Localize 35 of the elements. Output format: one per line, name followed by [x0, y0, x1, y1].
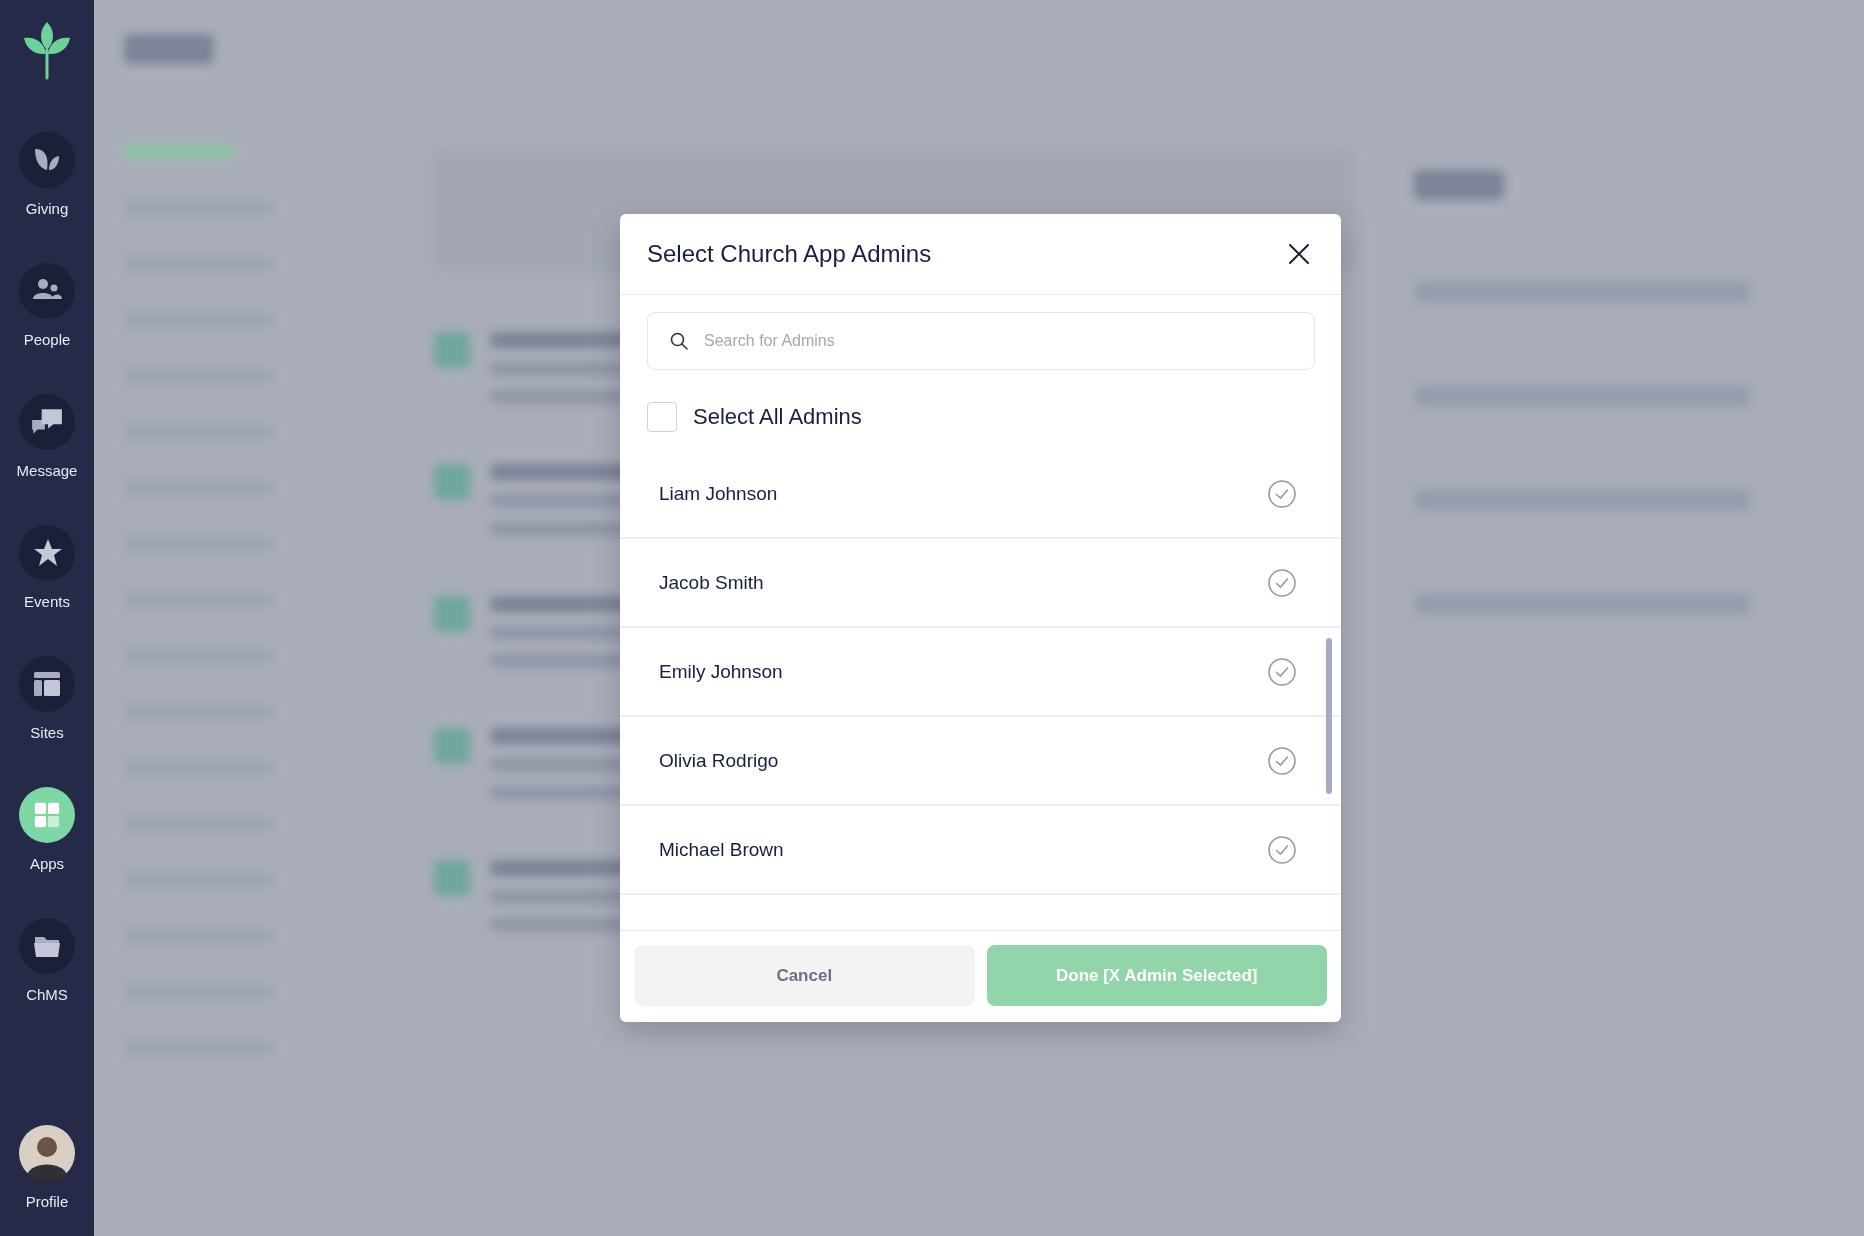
nav-label: Profile [25, 1193, 69, 1210]
admin-name: Jacob Smith [659, 571, 764, 594]
avatar-icon[interactable] [19, 1125, 75, 1181]
nav-label: Events [24, 593, 70, 610]
nav-button[interactable] [19, 394, 75, 450]
nav-label: ChMS [26, 986, 68, 1003]
nav-label: Message [16, 462, 78, 479]
checkbox-label: Select All Admins [693, 404, 862, 430]
nav-button[interactable] [19, 656, 75, 712]
nav-label: Giving [25, 200, 69, 217]
nav-button[interactable] [19, 132, 75, 188]
check-circle-icon[interactable] [1267, 745, 1297, 776]
check-circle-icon[interactable] [1267, 567, 1297, 598]
admin-name: Liam Johnson [659, 482, 778, 505]
check-circle-icon[interactable] [1267, 834, 1297, 865]
nav-label: Apps [29, 855, 65, 872]
nav-button[interactable] [19, 787, 75, 843]
scrollbar[interactable] [1326, 638, 1332, 794]
nav-button[interactable] [19, 263, 75, 319]
dialog-title: Select Church App Admins [647, 240, 932, 268]
grid-icon [32, 800, 62, 830]
cancel-button[interactable]: Cancel [634, 945, 975, 1006]
admin-name: Olivia Rodrigo [659, 749, 779, 772]
leaf-logo-icon [22, 20, 72, 80]
checkbox[interactable] [647, 402, 677, 432]
nav-label: People [23, 331, 71, 348]
check-circle-icon[interactable] [1267, 656, 1297, 687]
close-icon [1287, 242, 1311, 266]
check-circle-icon[interactable] [1267, 478, 1297, 509]
admin-name: Emily Johnson [659, 660, 783, 683]
nav-label: Sites [30, 724, 64, 741]
nav-button[interactable] [19, 525, 75, 581]
admin-name: Michael Brown [659, 838, 784, 861]
search-field[interactable]: Search for Admins [647, 312, 1315, 370]
nav-button[interactable] [19, 918, 75, 974]
